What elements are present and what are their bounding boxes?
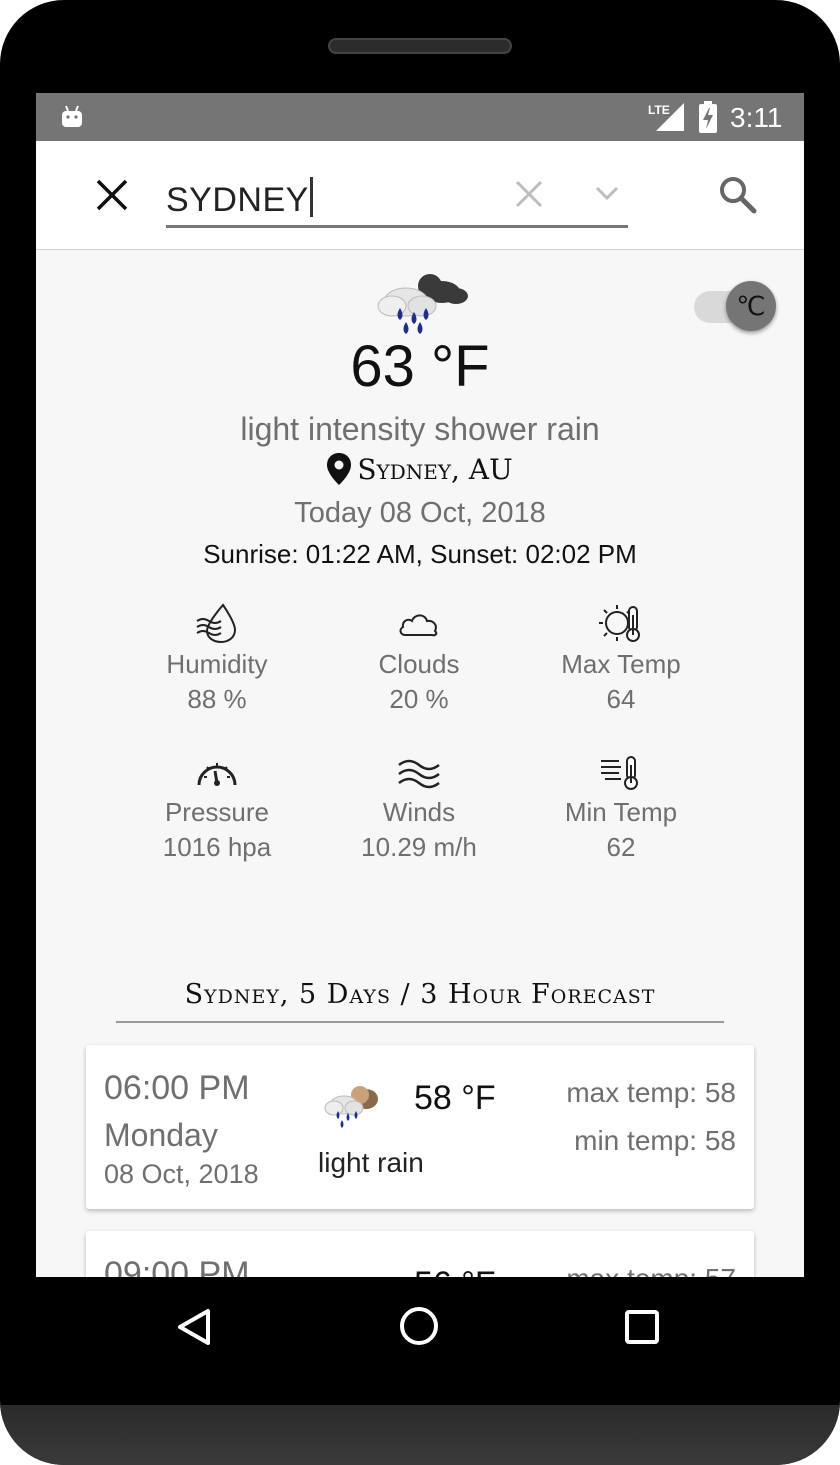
location-label: Sydney, AU (357, 453, 513, 486)
chevron-down-icon[interactable] (594, 183, 620, 203)
metric-winds: Winds 10.29 m/h (319, 755, 519, 863)
search-bar: SYDNEY (36, 141, 804, 250)
forecast-date: 08 Oct, 2018 (104, 1159, 259, 1189)
sunrise-sunset: Sunrise: 01:22 AM, Sunset: 02:02 PM (203, 539, 637, 569)
metric-value: 88 % (187, 684, 247, 714)
unit-toggle[interactable]: ℃ (694, 281, 778, 331)
forecast-card[interactable]: 09:00 PM 56 °F max temp: 57 (86, 1231, 754, 1277)
wind-icon (398, 759, 440, 789)
hot-thermometer-icon (599, 605, 640, 642)
metric-label: Min Temp (564, 797, 678, 827)
metric-label: Max Temp (561, 649, 681, 679)
metric-value: 20 % (389, 684, 449, 714)
forecast-max-temp: max temp: 57 (566, 1263, 736, 1277)
cloud-icon (399, 614, 438, 637)
map-pin-icon (327, 453, 352, 485)
current-temperature: 63 °F (350, 334, 490, 399)
forecast-max-temp: max temp: 58 (566, 1077, 736, 1108)
forecast-description: light rain (318, 1147, 424, 1178)
forecast-divider (116, 1021, 724, 1023)
phone-speaker (328, 38, 512, 54)
toggle-knob[interactable]: ℃ (726, 281, 776, 331)
search-input-text[interactable]: SYDNEY (166, 177, 313, 220)
metric-value: 10.29 m/h (361, 832, 477, 862)
rain-cloud-icon (377, 274, 468, 334)
home-button[interactable] (398, 1305, 440, 1347)
clear-search-button[interactable] (514, 179, 544, 209)
metric-label: Winds (382, 797, 456, 827)
forecast-title: Sydney, 5 Days / 3 Hour Forecast (184, 979, 656, 1010)
metric-clouds: Clouds 20 % (319, 603, 519, 715)
forecast-time: 06:00 PM (104, 1069, 250, 1107)
status-time: 3:11 (730, 102, 783, 133)
cold-thermometer-icon (601, 756, 638, 790)
metric-value: 64 (606, 684, 636, 714)
back-button[interactable] (176, 1307, 212, 1347)
recent-apps-button[interactable] (624, 1309, 660, 1345)
forecast-time: 09:00 PM (104, 1255, 250, 1277)
current-location: Sydney, AU (36, 453, 804, 486)
text-caret (309, 177, 313, 217)
forecast-min-temp: min temp: 58 (574, 1125, 736, 1156)
metric-value: 1016 hpa (162, 832, 272, 862)
rain-cloud-icon (324, 1086, 378, 1128)
forecast-day: Monday (104, 1117, 218, 1153)
metric-pressure: Pressure 1016 hpa (117, 755, 317, 863)
system-nav-bar (36, 1277, 804, 1377)
app-screen: LTE 3:11 SYDNEY ℃ 63 °F light intensity … (36, 93, 804, 1277)
battery-charging-icon (699, 101, 717, 133)
forecast-temperature: 56 °F (414, 1265, 496, 1277)
metric-label: Pressure (164, 797, 270, 827)
metric-label: Humidity (166, 649, 268, 679)
metric-max-temp: Max Temp 64 (521, 603, 721, 715)
search-button[interactable] (718, 175, 758, 215)
metric-min-temp: Min Temp 62 (521, 755, 721, 863)
metric-label: Clouds (378, 649, 460, 679)
current-date: Today 08 Oct, 2018 (294, 497, 546, 529)
metric-value: 62 (606, 832, 636, 862)
search-value: SYDNEY (166, 181, 309, 219)
forecast-temperature: 58 °F (414, 1079, 496, 1117)
forecast-card[interactable]: 06:00 PM Monday 08 Oct, 2018 58 °F light… (86, 1045, 754, 1209)
status-bar: LTE 3:11 (36, 93, 804, 141)
signal-icon (656, 103, 684, 131)
humidity-icon (196, 603, 237, 643)
metric-humidity: Humidity 88 % (117, 603, 317, 715)
phone-frame: LTE 3:11 SYDNEY ℃ 63 °F light intensity … (0, 0, 840, 1465)
android-debug-icon (62, 105, 82, 127)
close-search-button[interactable] (94, 177, 130, 213)
current-description: light intensity shower rain (240, 411, 600, 447)
search-input[interactable]: SYDNEY (166, 175, 628, 228)
gauge-icon (197, 763, 237, 786)
phone-chin (0, 1405, 840, 1465)
